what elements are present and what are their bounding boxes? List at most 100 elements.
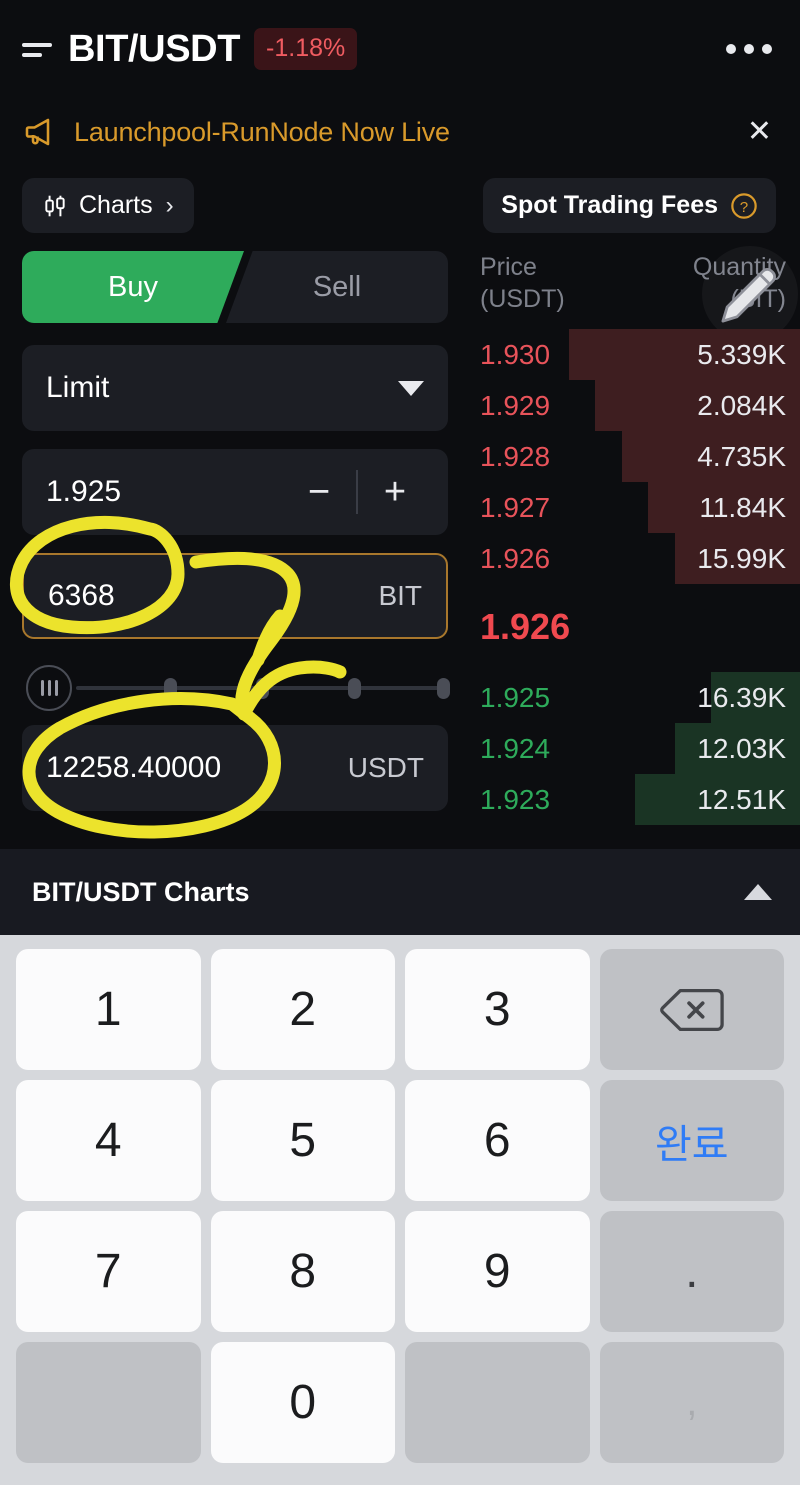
spot-trading-fees-label: Spot Trading Fees [501,191,718,219]
order-book-price-column-header: Price (USDT) [480,251,565,315]
charts-panel-label: BIT/USDT Charts [32,876,250,907]
amount-input[interactable]: 6368 [48,579,378,613]
spot-trading-fees-button[interactable]: Spot Trading Fees ? [483,178,776,233]
key-4[interactable]: 4 [16,1080,201,1201]
table-row[interactable]: 1.927 11.84K [470,482,800,533]
slider-tick-50[interactable] [256,678,270,699]
chevron-up-icon[interactable] [744,884,772,900]
key-9[interactable]: 9 [405,1211,590,1332]
slider-track[interactable] [76,665,450,711]
ask-price: 1.930 [480,338,551,370]
list-menu-icon[interactable] [22,36,56,62]
key-blank-left[interactable] [16,1342,201,1463]
key-period[interactable]: . [599,1211,784,1332]
trading-screen: BIT/USDT -1.18% Launchpool-RunNode Now L… [0,0,800,1485]
more-options-icon[interactable] [726,34,772,64]
table-row[interactable]: 1.923 12.51K [470,774,800,825]
candlestick-icon [45,195,65,216]
total-input-row[interactable]: 12258.40000 USDT [22,725,448,811]
bid-quantity: 16.39K [697,681,786,713]
key-blank-right[interactable] [405,1342,590,1463]
numeric-keypad: 1 2 3 4 5 6 완료 7 8 9 . 0 , [0,935,800,1485]
key-5[interactable]: 5 [210,1080,395,1201]
key-0[interactable]: 0 [210,1342,395,1463]
order-type-value: Limit [46,371,110,404]
question-circle-icon[interactable]: ? [730,192,758,220]
charts-collapse-bar[interactable]: BIT/USDT Charts [0,849,800,935]
price-decrement-button[interactable]: − [290,473,348,511]
announcement-text: Launchpool-RunNode Now Live [74,116,450,147]
page-title: BIT/USDT [68,28,241,70]
backspace-icon [659,988,724,1031]
toolbar-row: Charts › Spot Trading Fees ? [0,166,800,243]
key-6[interactable]: 6 [405,1080,590,1201]
total-input[interactable]: 12258.40000 [46,751,348,785]
ask-price: 1.929 [480,389,551,421]
price-input[interactable]: 1.925 [46,475,290,509]
key-2[interactable]: 2 [210,949,395,1070]
main-content: Buy Sell Limit 1.925 − + 6368 BIT 12258.… [0,243,800,829]
key-7[interactable]: 7 [16,1211,201,1332]
status-badge-change: -1.18% [254,28,358,70]
ask-quantity: 4.735K [697,440,786,472]
chevron-right-icon: › [165,191,174,219]
total-unit-label: USDT [347,752,424,783]
amount-input-row[interactable]: 6368 BIT [22,553,448,639]
slider-tick-25[interactable] [164,678,178,699]
order-book-panel: Price (USDT) Quantity (BIT) 1.930 5.339K… [470,243,800,825]
table-row[interactable]: 1.930 5.339K [470,329,800,380]
announcement-banner[interactable]: Launchpool-RunNode Now Live ✕ [0,98,800,166]
table-row[interactable]: 1.925 16.39K [470,672,800,723]
megaphone-icon [25,118,50,146]
chevron-down-icon [398,380,424,396]
bid-price: 1.923 [480,783,551,815]
price-header-line1: Price [480,253,537,281]
ask-quantity: 15.99K [697,542,786,574]
price-input-row[interactable]: 1.925 − + [22,449,448,535]
tab-buy[interactable]: Buy [22,251,244,323]
amount-percent-slider[interactable] [22,657,450,719]
app-header: BIT/USDT -1.18% [0,0,800,98]
stepper-divider [356,470,358,514]
last-traded-price: 1.926 [480,606,571,647]
charts-button[interactable]: Charts › [22,178,194,233]
slider-tick-100[interactable] [436,678,450,699]
ask-price: 1.926 [480,542,551,574]
price-increment-button[interactable]: + [366,473,424,511]
buy-sell-tabs: Buy Sell [22,251,448,323]
slider-tick-75[interactable] [348,678,362,699]
bid-quantity: 12.03K [697,732,786,764]
order-book-quantity-column-header: Quantity (BIT) [693,251,786,315]
table-row[interactable]: 1.928 4.735K [470,431,800,482]
bid-quantity: 12.51K [697,783,786,815]
order-form-panel: Buy Sell Limit 1.925 − + 6368 BIT 12258.… [0,243,470,829]
table-row[interactable]: 1.924 12.03K [470,723,800,774]
price-header-line2: (USDT) [480,285,565,313]
keypad-grid: 1 2 3 4 5 6 완료 7 8 9 . 0 , [16,949,784,1463]
order-book-asks: 1.930 5.339K 1.929 2.084K 1.928 4.735K 1… [470,329,800,584]
ask-price: 1.928 [480,440,551,472]
order-book-bids: 1.925 16.39K 1.924 12.03K 1.923 12.51K [470,672,800,825]
table-row[interactable]: 1.929 2.084K [470,380,800,431]
key-8[interactable]: 8 [210,1211,395,1332]
order-book-header: Price (USDT) Quantity (BIT) [470,251,800,315]
key-comma[interactable]: , [599,1342,784,1463]
amount-unit-label: BIT [378,580,422,611]
bid-price: 1.924 [480,732,551,764]
close-icon[interactable]: ✕ [747,117,772,147]
key-done[interactable]: 완료 [599,1080,784,1201]
order-type-select[interactable]: Limit [22,345,448,431]
ask-price: 1.927 [480,491,551,523]
ask-quantity: 5.339K [697,338,786,370]
charts-button-label: Charts [79,191,153,219]
svg-text:?: ? [740,198,748,215]
bid-price: 1.925 [480,681,551,713]
key-3[interactable]: 3 [405,949,590,1070]
key-backspace[interactable] [599,949,784,1070]
ask-quantity: 11.84K [699,491,786,523]
tab-sell[interactable]: Sell [226,251,448,323]
key-1[interactable]: 1 [16,949,201,1070]
table-row[interactable]: 1.926 15.99K [470,533,800,584]
ask-quantity: 2.084K [697,389,786,421]
slider-grip-icon[interactable] [26,665,72,711]
